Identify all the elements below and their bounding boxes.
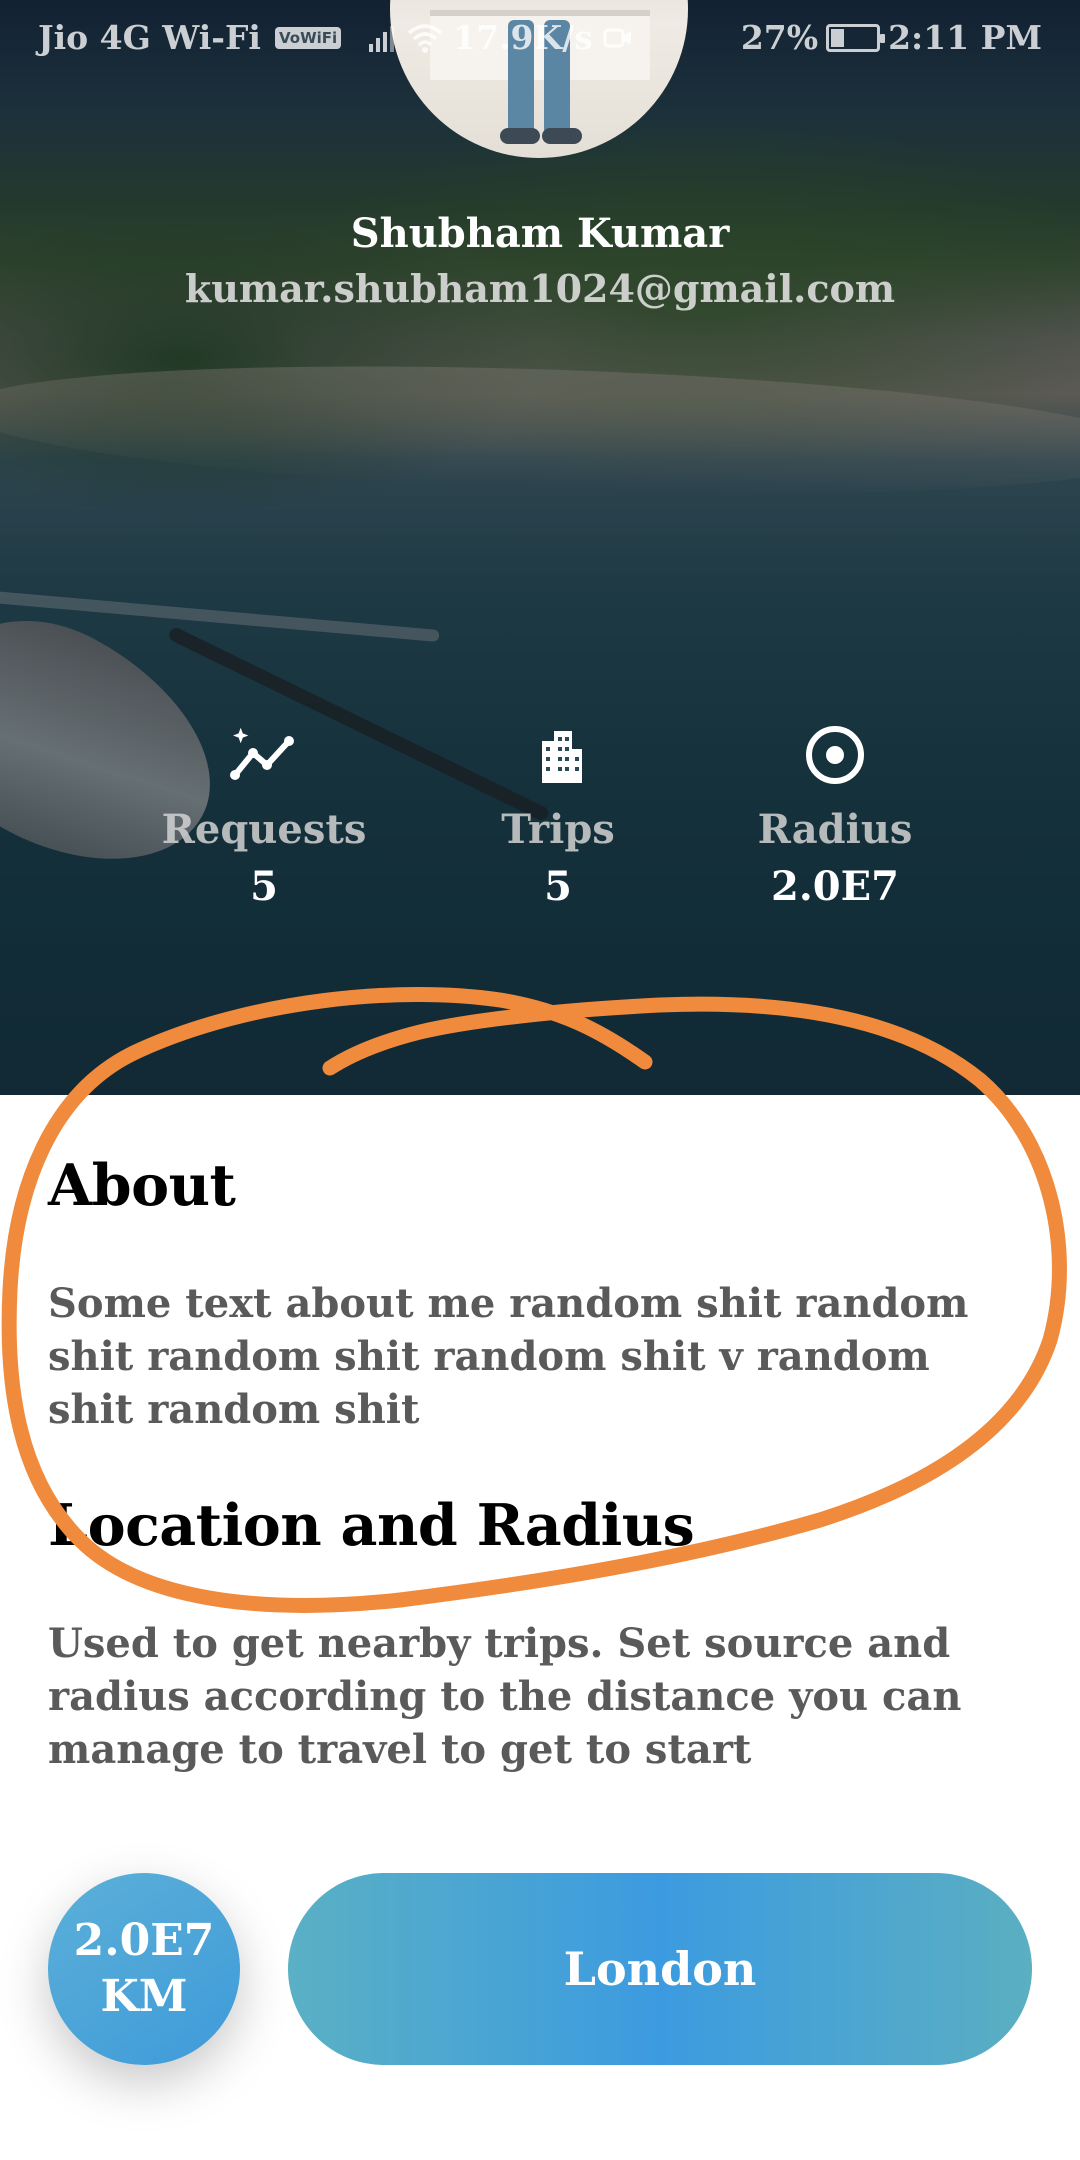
avatar-figure (500, 128, 540, 144)
profile-header-background (0, 0, 1080, 1095)
location-radius-heading: Location and Radius (48, 1492, 695, 1559)
network-speed: 17.9K/s (453, 18, 593, 57)
clock: 2:11 PM (888, 18, 1042, 57)
building-icon (542, 731, 582, 783)
stat-value: 5 (250, 863, 278, 910)
stat-label: Trips (501, 806, 615, 853)
battery-level-fill (831, 28, 845, 47)
status-bar: Jio 4G Wi-Fi VoWiFi 17.9K/s 27% 2:11 PM (0, 0, 1080, 75)
wifi-icon (407, 23, 443, 53)
radius-unit: KM (100, 1971, 188, 2022)
location-label: London (563, 1942, 757, 1996)
profile-email: kumar.shubham1024@gmail.com (184, 266, 896, 311)
video-call-icon (603, 28, 631, 47)
radius-button[interactable]: 2.0E7 KM (48, 1873, 240, 2065)
location-radius-description: Used to get nearby trips. Set source and… (48, 1620, 962, 1773)
stat-requests[interactable]: Requests 5 (114, 722, 414, 910)
carrier-label: Jio 4G Wi-Fi (38, 18, 261, 57)
target-icon (806, 726, 864, 784)
about-heading: About (48, 1152, 236, 1219)
avatar-figure (542, 128, 582, 144)
trending-icon (230, 727, 294, 780)
location-button[interactable]: London (288, 1873, 1032, 2065)
battery-icon (826, 23, 886, 52)
signal-icon (369, 25, 395, 52)
stat-label: Radius (757, 806, 913, 853)
stat-label: Requests (161, 806, 367, 853)
profile-name: Shubham Kumar (350, 210, 730, 257)
stat-value: 5 (544, 863, 572, 910)
radius-value: 2.0E7 (73, 1915, 215, 1966)
background-dim-overlay (0, 0, 1080, 1095)
about-text: Some text about me random shit random sh… (48, 1280, 969, 1433)
stat-trips[interactable]: Trips 5 (408, 722, 708, 910)
stat-value: 2.0E7 (771, 863, 899, 910)
battery-percent: 27% (740, 18, 819, 57)
stat-radius[interactable]: Radius 2.0E7 (685, 722, 985, 910)
vowifi-badge: VoWiFi (274, 26, 342, 49)
